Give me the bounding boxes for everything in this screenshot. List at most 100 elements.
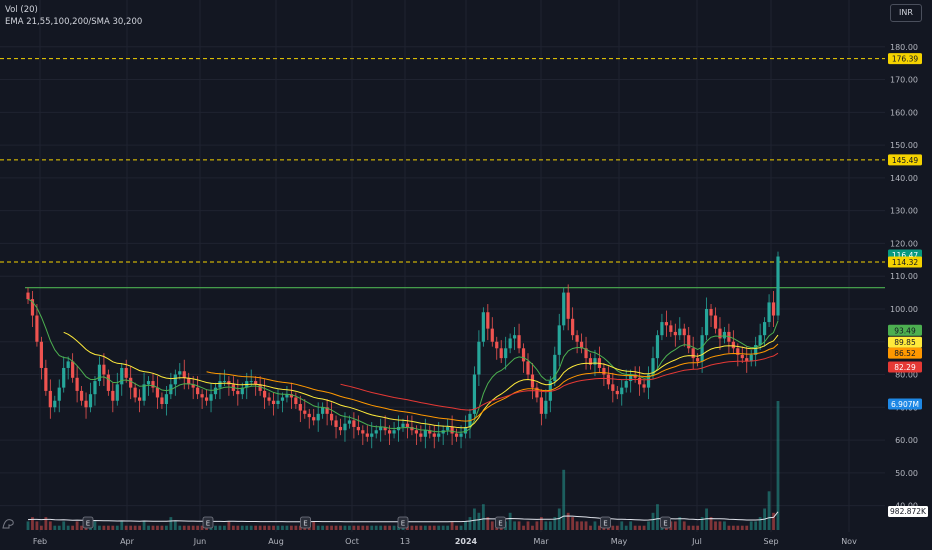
volume-bar — [258, 525, 262, 530]
volume-bar — [227, 521, 231, 530]
earnings-marker-letter: E — [206, 520, 210, 528]
volume-bar — [740, 525, 744, 530]
candle-body — [276, 400, 280, 405]
candle-body — [405, 423, 410, 427]
candle-body — [124, 367, 128, 378]
volume-bar — [687, 525, 691, 530]
candle-body — [66, 361, 70, 368]
volume-bar — [106, 525, 110, 530]
volume-bar — [124, 525, 128, 530]
currency-button[interactable]: INR — [890, 4, 922, 22]
candle-body — [638, 377, 642, 385]
volume-bar — [240, 525, 244, 530]
volume-bar — [758, 517, 762, 530]
volume-bar — [267, 525, 271, 530]
volume-bar — [727, 525, 731, 530]
volume-bar — [513, 521, 517, 530]
candle-body — [352, 420, 356, 427]
volume-bar — [138, 525, 142, 530]
candle-body — [731, 341, 735, 349]
volume-bar — [379, 525, 383, 530]
volume-bar — [437, 525, 441, 530]
volume-bar — [548, 521, 552, 530]
candle-body — [120, 367, 124, 385]
candle-body — [776, 256, 780, 316]
volume-bar — [593, 521, 597, 530]
candle-body — [263, 390, 267, 398]
volume-bar — [316, 525, 320, 530]
volume-bar — [191, 525, 195, 530]
candle-body — [682, 328, 686, 336]
volume-bar — [629, 521, 633, 530]
volume-bar — [147, 525, 150, 530]
volume-bar — [673, 521, 677, 530]
volume-bar — [776, 401, 780, 530]
volume-indicator-label[interactable]: Vol (20) — [5, 4, 142, 16]
volume-bar — [468, 517, 472, 530]
volume-bar — [66, 525, 70, 530]
volume-bar — [80, 525, 83, 530]
volume-bar — [142, 521, 146, 530]
candle-body — [758, 335, 762, 346]
candle-body — [740, 354, 744, 359]
candle-body — [722, 331, 727, 339]
volume-bar — [35, 521, 39, 530]
volume-bar — [133, 525, 137, 530]
volume-bar — [441, 525, 445, 530]
volume-bar — [236, 525, 240, 530]
volume-bar — [325, 525, 329, 530]
candle-body — [673, 331, 677, 336]
x-axis-tick-label: Jun — [193, 537, 207, 546]
volume-bar — [526, 521, 530, 530]
volume-bar — [214, 525, 217, 530]
volume-bar — [196, 525, 200, 530]
candle-body — [133, 387, 137, 398]
candle-body — [343, 423, 347, 431]
volume-axis-label-text: 982.872K — [890, 507, 927, 516]
candle-body — [312, 417, 316, 421]
volume-bar — [571, 517, 575, 530]
candle-body — [370, 433, 374, 437]
volume-bar — [423, 525, 427, 530]
candle-body — [615, 390, 619, 395]
volume-bar — [718, 521, 722, 530]
volume-bar — [334, 525, 338, 530]
earnings-marker-letter: E — [303, 520, 307, 528]
volume-bar — [263, 525, 267, 530]
earnings-marker-letter: E — [603, 520, 607, 528]
x-axis-tick-label: Jul — [691, 537, 702, 546]
volume-bar — [231, 525, 235, 530]
volume-bar — [624, 525, 628, 530]
candle-body — [450, 426, 454, 434]
candle-body — [338, 426, 343, 431]
candle-body — [365, 433, 369, 437]
candle-body — [79, 390, 84, 401]
candle-body — [88, 394, 93, 408]
volume-bar — [575, 521, 579, 530]
price-chart[interactable]: 40.0050.0060.0070.0080.0090.00100.00110.… — [0, 0, 932, 550]
candle-body — [767, 302, 771, 323]
y-axis-tick-label: 180.00 — [890, 43, 918, 52]
volume-bar — [455, 525, 458, 530]
candle-body — [307, 413, 311, 418]
volume-bar — [651, 512, 655, 530]
volume-bar — [169, 517, 173, 530]
volume-bar — [584, 521, 588, 530]
candle-body — [709, 308, 713, 316]
candle-body — [642, 384, 646, 388]
candle-body — [164, 394, 168, 405]
volume-bar — [508, 512, 512, 530]
candle-body — [173, 374, 177, 385]
ema-indicator-label[interactable]: EMA 21,55,100,200/SMA 30,200 — [5, 16, 142, 28]
y-axis-tick-label: 120.00 — [890, 239, 918, 248]
candle-body — [200, 394, 204, 398]
volume-bar — [164, 525, 168, 530]
candle-body — [204, 397, 209, 401]
volume-bar — [633, 525, 637, 530]
volume-bar — [356, 525, 360, 530]
x-axis-tick-label: Oct — [345, 537, 359, 546]
candle-body — [44, 367, 48, 391]
y-axis-tick-label: 140.00 — [890, 174, 918, 183]
x-axis-tick-label: Aug — [268, 537, 284, 546]
candle-body — [664, 322, 668, 326]
